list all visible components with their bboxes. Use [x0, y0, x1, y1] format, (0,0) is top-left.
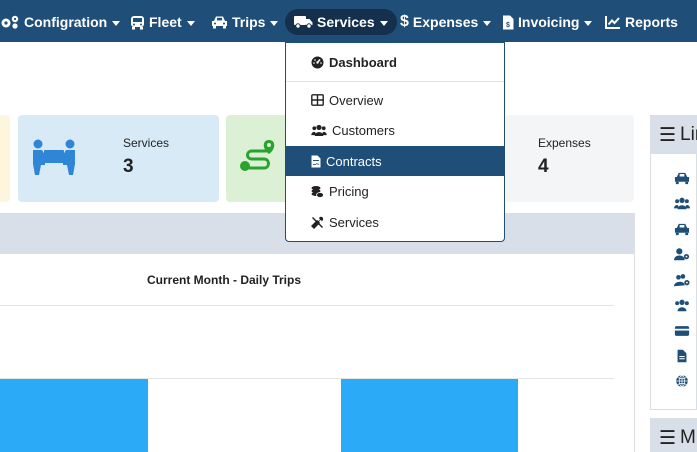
summary-card-partial [0, 115, 10, 202]
dropdown-item-services[interactable]: Services [286, 207, 504, 237]
dollar-icon: $ [400, 13, 409, 30]
globe-icon[interactable] [674, 374, 690, 388]
chart-bar [341, 379, 518, 452]
dropdown-divider [286, 81, 504, 82]
nav-trips-label: Trips [232, 14, 266, 30]
car-icon [212, 16, 227, 29]
gears-icon [1, 15, 19, 29]
nav-trips[interactable]: Trips [211, 9, 279, 35]
services-card-value: 3 [123, 156, 134, 177]
users-icon[interactable] [674, 298, 690, 312]
invoice-icon: $ [503, 15, 514, 29]
links-panel: ☰Lin [650, 115, 697, 410]
services-card[interactable]: Services 3 [18, 115, 219, 202]
users-icon [311, 124, 327, 136]
people-carry-icon [33, 139, 75, 175]
line-chart-icon [605, 16, 620, 29]
nav-reports-label: Reports [625, 14, 678, 30]
dropdown-item-pricing[interactable]: Pricing [286, 176, 504, 206]
dropdown-item-customers[interactable]: Customers [286, 115, 504, 145]
coins-icon [311, 185, 324, 198]
nav-services[interactable]: Services [285, 9, 397, 35]
nav-invoicing[interactable]: $ Invoicing [502, 9, 593, 35]
dropdown-item-contracts[interactable]: Contracts [286, 146, 504, 176]
dropdown-item-label: Pricing [329, 183, 369, 199]
chart-bar [0, 379, 148, 452]
file-icon[interactable] [674, 349, 690, 363]
table-icon [311, 94, 324, 106]
links-panel-header: ☰Lin [651, 116, 697, 154]
chevron-down-icon [379, 20, 388, 26]
dropdown-item-overview[interactable]: Overview [286, 85, 504, 115]
users-gear-icon[interactable] [674, 273, 690, 287]
links-panel-title: Lin [680, 124, 697, 145]
dashboard-icon [311, 56, 324, 68]
svg-text:$: $ [506, 22, 510, 29]
nav-expenses-label: Expenses [412, 14, 479, 30]
dropdown-item-label: Customers [332, 122, 395, 138]
chevron-down-icon [483, 20, 492, 26]
m-panel-header: ☰ M [651, 419, 697, 452]
user-gear-icon[interactable] [674, 247, 690, 261]
truck-icon [294, 16, 313, 29]
chevron-down-icon [584, 20, 593, 26]
dropdown-item-dashboard[interactable]: Dashboard [286, 47, 504, 77]
nav-configration[interactable]: Configration [0, 9, 121, 35]
nav-fleet[interactable]: Fleet [130, 9, 195, 35]
nav-fleet-label: Fleet [149, 14, 182, 30]
m-panel: ☰ M [650, 418, 697, 452]
top-navbar: Configration Fleet Trips Services $ Expe… [0, 0, 697, 42]
services-card-title: Services [123, 136, 170, 150]
tools-icon [311, 216, 324, 229]
nav-services-label: Services [317, 14, 375, 30]
nav-invoicing-label: Invoicing [518, 14, 580, 30]
services-dropdown-menu: Dashboard Overview Customers Contracts P… [285, 42, 505, 242]
car-icon[interactable] [674, 222, 690, 236]
credit-card-icon[interactable] [674, 324, 690, 338]
expenses-card-value: 4 [538, 156, 549, 177]
chevron-down-icon [112, 20, 121, 26]
nav-reports[interactable]: Reports [605, 9, 678, 35]
expenses-card[interactable]: Expenses 4 [505, 115, 634, 202]
car-icon[interactable] [674, 171, 690, 185]
chart-gridline [0, 305, 614, 306]
dropdown-item-label: Overview [329, 92, 384, 108]
chart-title: Current Month - Daily Trips [147, 273, 302, 287]
dropdown-item-label: Services [329, 214, 379, 230]
chevron-down-icon [186, 20, 195, 26]
hamburger-icon: ☰ [659, 124, 677, 146]
nav-expenses[interactable]: $ Expenses [400, 9, 492, 35]
route-icon [240, 140, 275, 171]
bus-icon [131, 15, 144, 29]
chevron-down-icon [270, 20, 279, 26]
nav-configration-label: Configration [24, 14, 108, 30]
users-icon[interactable] [674, 196, 690, 210]
dropdown-item-label: Contracts [326, 153, 382, 169]
expenses-card-title: Expenses [538, 136, 591, 150]
dropdown-item-label: Dashboard [329, 54, 397, 70]
file-contract-icon [311, 155, 321, 167]
m-panel-title: M [680, 427, 696, 448]
hamburger-icon: ☰ [659, 427, 677, 449]
